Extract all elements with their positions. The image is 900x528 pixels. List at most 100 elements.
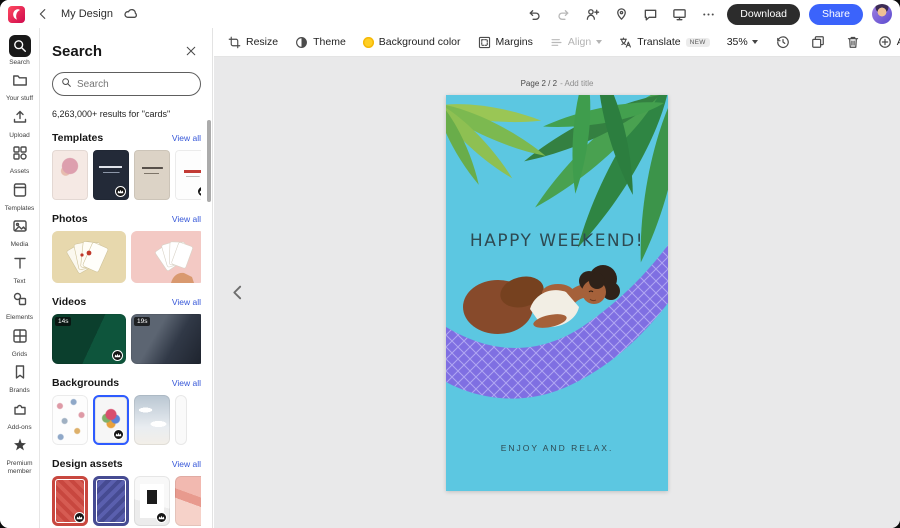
top-bar: My Design <box>0 0 900 28</box>
search-icon <box>61 75 72 93</box>
template-thumbnail[interactable] <box>175 150 201 200</box>
sidebar-item-premium[interactable]: Premium member <box>1 437 39 475</box>
editor-main: Resize Theme Background color Margins Al… <box>214 28 900 528</box>
section-title-templates: Templates <box>52 132 103 144</box>
search-icon <box>9 35 31 57</box>
search-input-box[interactable] <box>52 72 201 96</box>
sidebar-item-brands[interactable]: Brands <box>1 364 39 394</box>
canvas-area[interactable]: Page 2 / 2- Add title <box>214 57 900 528</box>
sidebar-item-add-ons[interactable]: Add-ons <box>1 401 39 431</box>
template-thumbnail[interactable] <box>134 150 170 200</box>
page-label[interactable]: Page 2 / 2- Add title <box>214 79 900 88</box>
location-pin-icon[interactable] <box>611 4 631 24</box>
undo-button[interactable] <box>524 4 544 24</box>
add-page-button[interactable]: Add <box>878 35 900 49</box>
share-button[interactable]: Share <box>809 4 863 25</box>
document-title[interactable]: My Design <box>61 8 113 20</box>
grids-icon <box>12 328 28 349</box>
folder-icon <box>12 72 28 93</box>
view-all-templates-link[interactable]: View all <box>172 133 201 143</box>
sidebar-item-templates[interactable]: Templates <box>1 182 39 212</box>
panel-scrollbar[interactable] <box>207 120 211 202</box>
design-asset-thumbnail[interactable] <box>52 476 88 526</box>
background-thumbnail[interactable] <box>52 395 88 445</box>
videos-thumbnails: 14s 19s <box>52 314 201 364</box>
context-toolbar: Resize Theme Background color Margins Al… <box>214 28 900 57</box>
theme-button[interactable]: Theme <box>295 36 346 49</box>
translate-button[interactable]: Translate NEW <box>619 36 709 49</box>
brands-icon <box>12 364 28 385</box>
section-title-photos: Photos <box>52 213 88 225</box>
present-on-device-icon[interactable] <box>669 4 689 24</box>
close-panel-icon[interactable] <box>181 41 201 61</box>
design-assets-thumbnails <box>52 476 201 526</box>
view-all-videos-link[interactable]: View all <box>172 297 201 307</box>
background-thumbnail[interactable] <box>175 395 187 445</box>
design-asset-thumbnail[interactable] <box>175 476 201 526</box>
new-badge: NEW <box>686 38 710 47</box>
sidebar-item-assets[interactable]: Assets <box>1 145 39 175</box>
premium-badge-icon <box>112 350 123 361</box>
photo-thumbnail[interactable] <box>52 231 126 283</box>
left-icon-rail: Search Your stuff Upload Assets Template… <box>0 28 40 528</box>
premium-badge-icon <box>113 429 124 440</box>
app-window: My Design <box>0 0 900 528</box>
premium-badge-icon <box>115 186 126 197</box>
cloud-sync-icon <box>121 4 141 24</box>
delete-page-icon[interactable] <box>843 32 863 52</box>
sidebar-item-elements[interactable]: Elements <box>1 291 39 321</box>
align-button[interactable]: Align <box>550 36 602 49</box>
chevron-down-icon <box>596 40 602 44</box>
background-color-button[interactable]: Background color <box>363 36 461 48</box>
photos-thumbnails <box>52 231 201 283</box>
sidebar-item-upload[interactable]: Upload <box>1 109 39 139</box>
zoom-control[interactable]: 35% <box>727 36 758 48</box>
background-thumbnail[interactable] <box>134 395 170 445</box>
sidebar-item-grids[interactable]: Grids <box>1 328 39 358</box>
search-input[interactable] <box>77 79 187 90</box>
sidebar-item-media[interactable]: Media <box>1 218 39 248</box>
comment-icon[interactable] <box>640 4 660 24</box>
view-all-photos-link[interactable]: View all <box>172 214 201 224</box>
background-thumbnail-selected[interactable] <box>93 395 129 445</box>
design-heading-text[interactable]: Happy Weekend! <box>446 231 668 251</box>
design-subtext[interactable]: Enjoy and relax. <box>446 443 668 453</box>
elements-icon <box>12 291 28 312</box>
view-all-backgrounds-link[interactable]: View all <box>172 378 201 388</box>
backgrounds-thumbnails <box>52 395 201 445</box>
history-icon[interactable] <box>773 32 793 52</box>
section-title-backgrounds: Backgrounds <box>52 377 119 389</box>
photo-thumbnail[interactable] <box>131 231 201 283</box>
design-asset-thumbnail[interactable] <box>134 476 170 526</box>
video-thumbnail[interactable]: 19s <box>131 314 201 364</box>
adobe-express-logo-icon[interactable] <box>8 6 25 23</box>
sidebar-item-your-stuff[interactable]: Your stuff <box>1 72 39 102</box>
download-button[interactable]: Download <box>727 4 800 25</box>
assets-icon <box>12 145 28 166</box>
template-thumbnail[interactable] <box>52 150 88 200</box>
video-thumbnail[interactable]: 14s <box>52 314 126 364</box>
back-button[interactable] <box>33 4 53 24</box>
search-panel: Search 6,263,000+ results for "cards" Te… <box>40 28 213 528</box>
sidebar-item-search[interactable]: Search <box>1 35 39 66</box>
user-avatar[interactable] <box>872 4 892 24</box>
section-title-videos: Videos <box>52 296 86 308</box>
margins-button[interactable]: Margins <box>478 36 533 49</box>
more-options-icon[interactable] <box>698 4 718 24</box>
design-illustration <box>446 95 668 491</box>
layers-icon[interactable] <box>808 32 828 52</box>
design-page[interactable]: Happy Weekend! Enjoy and relax. <box>446 95 668 491</box>
template-thumbnail[interactable] <box>93 150 129 200</box>
resize-button[interactable]: Resize <box>228 36 278 49</box>
sidebar-item-text[interactable]: Text <box>1 255 39 285</box>
page-number: Page 2 / 2 <box>521 79 557 88</box>
invite-people-icon[interactable] <box>582 4 602 24</box>
view-all-design-assets-link[interactable]: View all <box>172 459 201 469</box>
video-duration-badge: 14s <box>55 317 71 326</box>
redo-button[interactable] <box>553 4 573 24</box>
previous-page-button[interactable] <box>226 279 248 305</box>
add-ons-icon <box>12 401 28 422</box>
design-asset-thumbnail[interactable] <box>93 476 129 526</box>
add-title-label[interactable]: - Add title <box>560 79 593 88</box>
zoom-level: 35% <box>727 36 748 48</box>
